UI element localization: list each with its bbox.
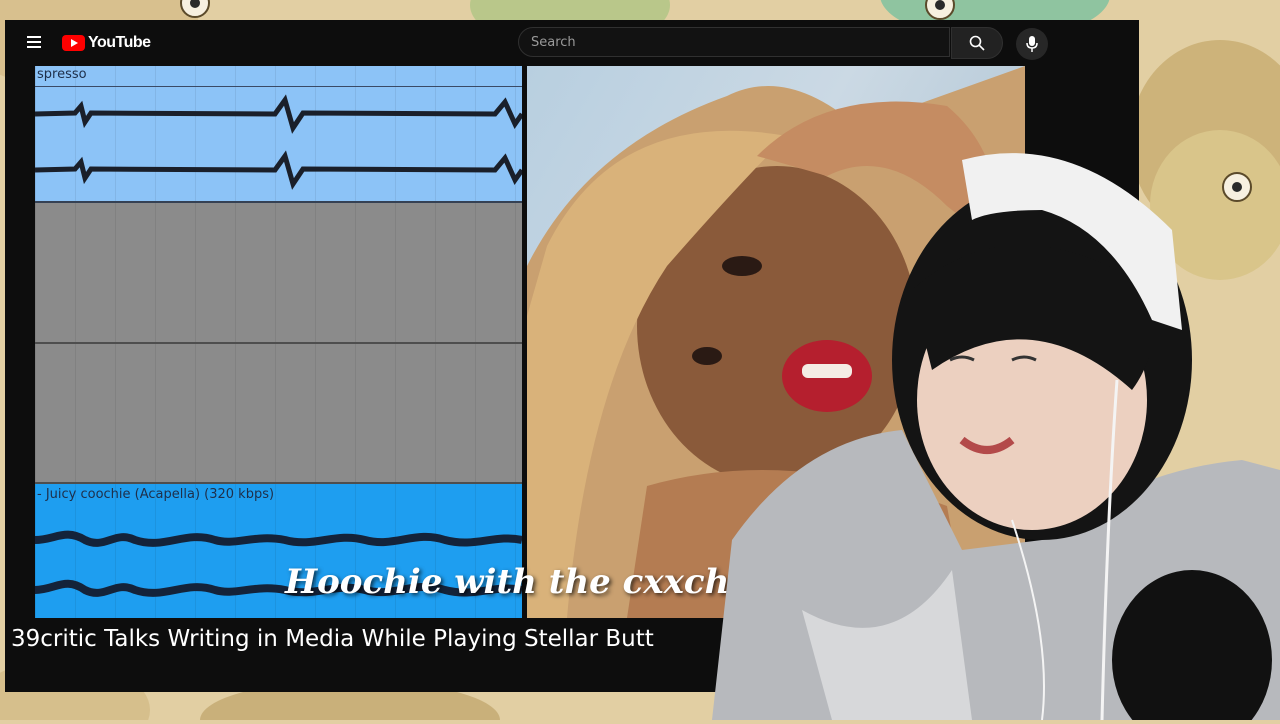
menu-icon[interactable] (27, 36, 41, 48)
search-icon (969, 35, 985, 51)
daw-window: spresso - Juicy coochie (Acapella) (320 … (35, 66, 522, 618)
video-title: 39critic Talks Writing in Media While Pl… (11, 626, 654, 652)
empty-track-1 (35, 203, 522, 344)
waveform-top (35, 94, 522, 190)
audio-track-top: spresso (35, 66, 522, 203)
youtube-logo-text: YouTube (88, 34, 151, 51)
youtube-logo[interactable]: YouTube (62, 34, 151, 52)
youtube-logo-icon (62, 35, 85, 51)
track-top-label: spresso (37, 67, 87, 82)
microphone-icon (1026, 36, 1038, 52)
search-button[interactable] (951, 27, 1003, 59)
video-caption: Hoochie with the cxxchie (285, 562, 764, 602)
streamer-webcam (712, 140, 1280, 724)
youtube-header: YouTube Search (5, 20, 1139, 68)
voice-search-button[interactable] (1016, 28, 1048, 60)
empty-track-2 (35, 344, 522, 484)
track-bottom-label: - Juicy coochie (Acapella) (320 kbps) (37, 487, 275, 502)
search-input[interactable]: Search (518, 27, 950, 57)
